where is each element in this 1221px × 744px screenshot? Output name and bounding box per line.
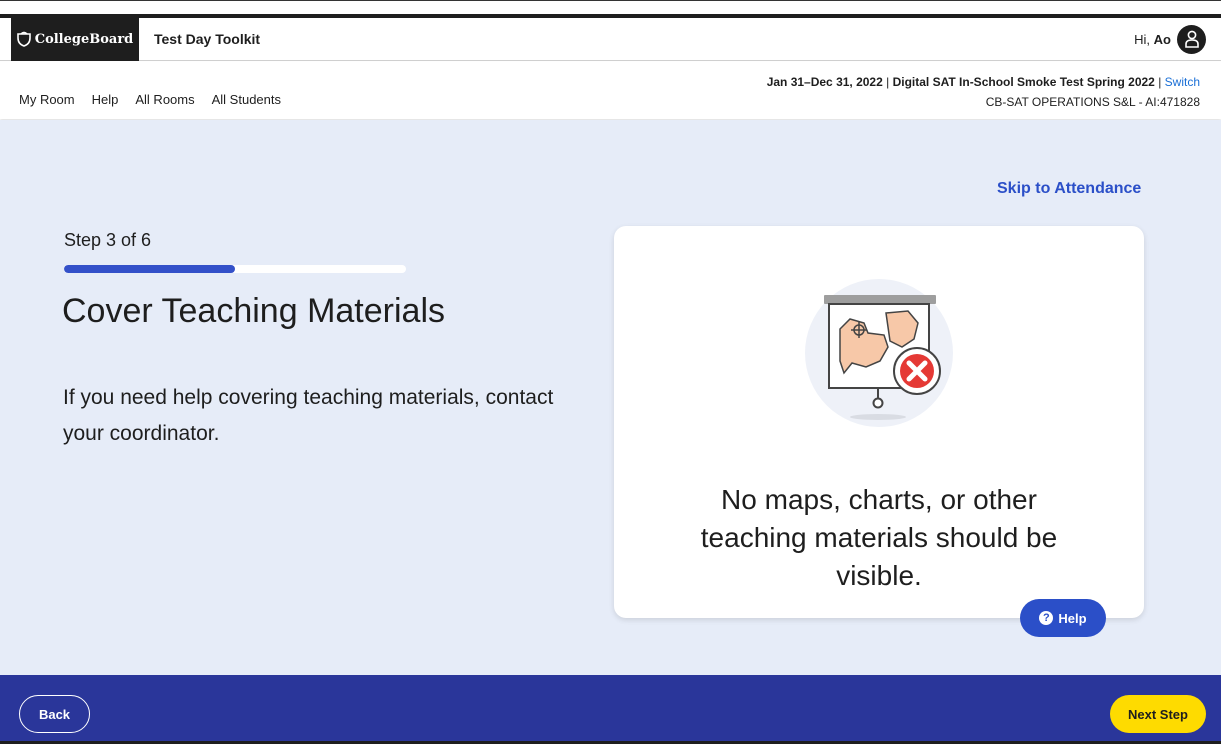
event-info: Jan 31–Dec 31, 2022 | Digital SAT In-Sch…	[767, 72, 1200, 112]
next-step-button[interactable]: Next Step	[1110, 695, 1206, 733]
collegeboard-logo[interactable]: CollegeBoard	[11, 17, 139, 61]
skip-to-attendance-link[interactable]: Skip to Attendance	[997, 180, 1141, 198]
page-title: Cover Teaching Materials	[62, 292, 445, 330]
nav-my-room[interactable]: My Room	[19, 92, 75, 107]
nav-all-rooms[interactable]: All Rooms	[135, 92, 194, 107]
top-header: CollegeBoard Test Day Toolkit Hi, Ao	[0, 17, 1221, 61]
greeting: Hi, Ao	[1134, 31, 1171, 47]
user-icon	[1184, 30, 1199, 48]
logo-text: CollegeBoard	[34, 31, 134, 47]
user-menu[interactable]: Hi, Ao	[1134, 24, 1206, 54]
nav-links: My Room Help All Rooms All Students	[19, 92, 281, 107]
question-circle-icon: ?	[1039, 611, 1054, 625]
instruction-card: No maps, charts, or other teaching mater…	[614, 226, 1144, 618]
help-button-label: Help	[1058, 610, 1087, 626]
avatar[interactable]	[1177, 24, 1206, 54]
window-frame	[0, 0, 1221, 18]
acorn-logo-icon	[16, 31, 31, 47]
step-progress-bar	[64, 265, 406, 273]
event-name: Digital SAT In-School Smoke Test Spring …	[892, 75, 1155, 89]
sub-navigation: My Room Help All Rooms All Students Jan …	[0, 62, 1221, 119]
main-content: Skip to Attendance Step 3 of 6 Cover Tea…	[0, 120, 1221, 675]
projector-map-icon	[805, 279, 953, 427]
card-message: No maps, charts, or other teaching mater…	[700, 484, 1058, 591]
switch-link[interactable]: Switch	[1165, 75, 1200, 89]
event-line: Jan 31–Dec 31, 2022 | Digital SAT In-Sch…	[766, 75, 1200, 89]
footer-bar: Back Next Step	[0, 675, 1221, 744]
nav-help[interactable]: Help	[92, 92, 119, 107]
event-dates: Jan 31–Dec 31, 2022	[766, 75, 883, 89]
user-name: Ao	[1153, 31, 1171, 47]
back-button[interactable]: Back	[19, 695, 90, 733]
help-button[interactable]: ? Help	[1020, 599, 1106, 637]
error-x-icon	[900, 354, 934, 388]
page-description: If you need help covering teaching mater…	[63, 386, 554, 445]
app-title: Test Day Toolkit	[154, 31, 261, 47]
org-info: CB-SAT OPERATIONS S&L - AI:471828	[985, 95, 1200, 109]
step-progress-fill	[64, 265, 235, 273]
step-label: Step 3 of 6	[64, 230, 152, 250]
nav-all-students[interactable]: All Students	[212, 92, 281, 107]
